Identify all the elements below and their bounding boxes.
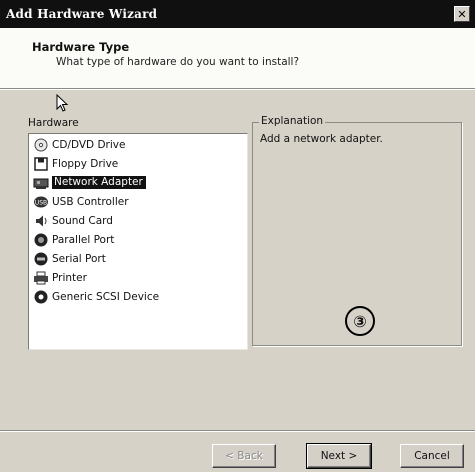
explanation-label: Explanation	[259, 115, 326, 127]
list-item-label: Sound Card	[52, 214, 113, 227]
list-item-label: Floppy Drive	[52, 157, 119, 170]
list-item-usb-controller[interactable]: USB USB Controller	[33, 193, 129, 210]
list-item-label: Generic SCSI Device	[52, 290, 160, 303]
list-item-printer[interactable]: Printer	[33, 269, 87, 286]
close-button[interactable]: ✕	[454, 6, 470, 22]
window-title: Add Hardware Wizard	[6, 7, 158, 21]
list-item-label: USB Controller	[52, 195, 129, 208]
floppy-icon	[34, 156, 48, 171]
step-number-annotation: ③	[345, 306, 375, 336]
mouse-pointer-icon	[56, 94, 69, 112]
serial-port-icon	[34, 252, 48, 265]
hardware-listbox[interactable]: CD/DVD Drive Floppy Drive Network Adapte…	[28, 133, 248, 350]
list-item-label: Printer	[52, 271, 87, 284]
header-divider	[0, 88, 475, 90]
svg-text:USB: USB	[35, 199, 47, 206]
page-subtitle: What type of hardware do you want to ins…	[56, 56, 300, 68]
list-item-serial-port[interactable]: Serial Port	[33, 250, 106, 267]
title-bar: Add Hardware Wizard ✕	[0, 0, 475, 28]
list-item-cd-dvd-drive[interactable]: CD/DVD Drive	[33, 136, 125, 153]
parallel-port-icon	[34, 233, 48, 246]
usb-icon: USB	[34, 196, 48, 207]
close-icon: ✕	[457, 7, 467, 21]
list-item-label: Network Adapter	[52, 176, 146, 189]
footer-divider	[0, 430, 475, 432]
page-title: Hardware Type	[32, 40, 130, 54]
next-button[interactable]: Next >	[306, 443, 372, 469]
scsi-icon	[34, 290, 48, 303]
list-item-generic-scsi-device[interactable]: Generic SCSI Device	[33, 288, 159, 305]
back-button[interactable]: < Back	[212, 444, 276, 468]
cancel-button[interactable]: Cancel	[400, 444, 464, 468]
hardware-label: Hardware	[28, 117, 79, 129]
list-item-parallel-port[interactable]: Parallel Port	[33, 231, 114, 248]
list-item-sound-card[interactable]: Sound Card	[33, 212, 113, 229]
list-item-label: CD/DVD Drive	[52, 138, 126, 151]
list-item-network-adapter[interactable]: Network Adapter	[33, 174, 146, 191]
cd-drive-icon	[34, 138, 48, 151]
explanation-text: Add a network adapter.	[260, 133, 383, 145]
list-item-label: Parallel Port	[52, 233, 115, 246]
printer-icon	[34, 271, 48, 284]
list-item-label: Serial Port	[52, 252, 106, 265]
wizard-header: Hardware Type What type of hardware do y…	[0, 28, 475, 88]
sound-icon	[36, 215, 47, 226]
list-item-floppy-drive[interactable]: Floppy Drive	[33, 155, 118, 172]
network-adapter-icon	[33, 178, 49, 189]
